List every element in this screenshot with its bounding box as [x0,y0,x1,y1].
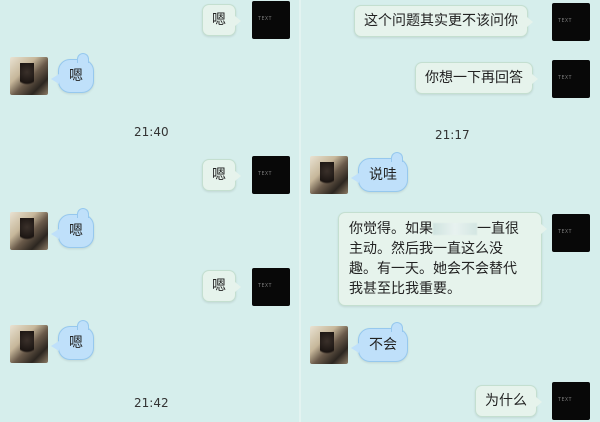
avatar-self[interactable]: TEXT [552,214,590,252]
avatar-self[interactable]: TEXT [552,382,590,420]
avatar-mark: TEXT [558,18,573,24]
message-bubble-outgoing[interactable]: 为什么 [475,385,542,417]
message-bubble-outgoing[interactable]: 嗯 [202,270,241,302]
message-text: 你觉得。如果 [349,221,433,237]
message-line: 我甚至比我重要。 [349,281,461,297]
message-line: 趣。有一天。她会不会替代 [349,261,517,277]
avatar-self[interactable]: TEXT [252,268,290,306]
message-bubble-outgoing[interactable]: 这个问题其实更不该问你 [354,5,533,37]
timestamp: 21:42 [134,396,169,410]
chat-pane-left: 嗯 TEXT 嗯 21:40 嗯 TEXT 嗯 嗯 TEXT 嗯 21:42 [0,0,300,422]
avatar-self[interactable]: TEXT [252,156,290,194]
avatar-mark: TEXT [258,283,273,289]
avatar-self[interactable]: TEXT [252,1,290,39]
message-bubble-outgoing[interactable]: 你想一下再回答 [415,62,538,94]
message-bubble-incoming[interactable]: 说哇 [351,152,408,192]
message-bubble-incoming[interactable]: 嗯 [51,208,94,248]
avatar-mark: TEXT [558,229,573,235]
avatar-contact[interactable] [310,156,348,194]
avatar-self[interactable]: TEXT [552,60,590,98]
chat-pane-right: 这个问题其实更不该问你 TEXT 你想一下再回答 TEXT 21:17 说哇 你… [300,0,600,422]
message-bubble-outgoing[interactable]: 嗯 [202,4,241,36]
message-bubble-incoming[interactable]: 嗯 [51,53,94,93]
message-text: 一直很 [477,221,519,237]
message-bubble-incoming[interactable]: 不会 [351,322,408,362]
timestamp: 21:17 [435,128,470,142]
avatar-contact[interactable] [10,212,48,250]
avatar-mark: TEXT [258,171,273,177]
message-bubble-incoming[interactable]: 嗯 [51,320,94,360]
message-bubble-outgoing[interactable]: 嗯 [202,159,241,191]
avatar-mark: TEXT [558,75,573,81]
avatar-contact[interactable] [310,326,348,364]
message-line: 主动。然后我一直这么没 [349,241,503,257]
avatar-contact[interactable] [10,57,48,95]
avatar-mark: TEXT [558,397,573,403]
avatar-contact[interactable] [10,325,48,363]
redacted-name [433,223,477,235]
message-line: 你觉得。如果 一直很 [349,219,531,239]
avatar-mark: TEXT [258,16,273,22]
message-bubble-outgoing-long[interactable]: 你觉得。如果 一直很 主动。然后我一直这么没 趣。有一天。她会不会替代 我甚至比我… [338,212,547,306]
avatar-self[interactable]: TEXT [552,3,590,41]
timestamp: 21:40 [134,125,169,139]
